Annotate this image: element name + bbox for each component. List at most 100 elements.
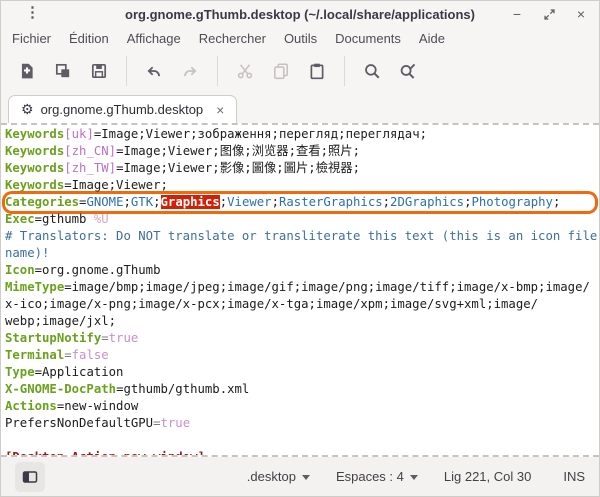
code-segment: StartupNotify	[5, 331, 101, 345]
code-segment: PrefersNonDefaultGPU	[5, 416, 153, 430]
undo-button[interactable]	[139, 56, 169, 86]
undo-icon	[145, 62, 163, 80]
editor-line: MimeType=image/bmp;image/jpeg;image/gif;…	[5, 279, 595, 296]
editor-line: StartupNotify=true	[5, 330, 595, 347]
editor-line: webp;image/jxl;	[5, 313, 595, 330]
indent-dropdown[interactable]: Espaces : 4	[336, 469, 418, 484]
restore-button[interactable]	[539, 4, 559, 24]
new-document-button[interactable]	[12, 56, 42, 86]
toolbar-separator	[126, 56, 127, 86]
code-segment: Keywords	[5, 144, 64, 158]
copy-button	[266, 56, 296, 86]
filetype-label: .desktop	[247, 469, 296, 484]
code-segment: =Image;Viewer;影像;圖像;圖片;檢視器;	[116, 161, 360, 175]
chevron-down-icon	[302, 475, 310, 480]
code-segment: =gthumb	[35, 212, 94, 226]
save-button[interactable]	[84, 56, 114, 86]
cut-icon	[236, 62, 254, 80]
tab-bar: ⚙ org.gnome.gThumb.desktop ×	[1, 93, 599, 123]
editor-line: X-GNOME-DocPath=gthumb/gthumb.xml	[5, 381, 595, 398]
menu-item-dition[interactable]: Édition	[60, 29, 118, 48]
editor-line: [Desktop Action new-window]	[5, 449, 595, 457]
code-segment: =new-window	[57, 399, 138, 413]
editor-line: Actions=new-window	[5, 398, 595, 415]
code-segment: Viewer	[227, 195, 271, 209]
gear-icon: ⚙	[21, 101, 34, 118]
new-document-icon	[18, 62, 36, 80]
copy-icon	[272, 62, 290, 80]
text-editor-area[interactable]: Keywords[uk]=Image;Viewer;зображення;пер…	[1, 123, 599, 457]
code-segment: MimeType	[5, 280, 64, 294]
code-segment: webp;image/jxl;	[5, 314, 116, 328]
save-icon	[90, 62, 108, 80]
code-segment: # Translators: Do NOT translate or trans…	[5, 229, 597, 243]
side-panel-icon	[22, 469, 38, 485]
insert-mode-indicator[interactable]: INS	[563, 469, 585, 484]
status-bar: .desktop Espaces : 4 Lig 221, Col 30 INS	[1, 457, 599, 496]
code-segment: ;	[153, 195, 160, 209]
editor-line: Keywords[uk]=Image;Viewer;зображення;пер…	[5, 126, 595, 143]
editor-line: Exec=gthumb %U	[5, 211, 595, 228]
redo-icon	[181, 62, 199, 80]
code-segment: =	[101, 331, 108, 345]
code-segment: GNOME	[86, 195, 123, 209]
editor-line: Keywords=Image;Viewer;	[5, 177, 595, 194]
code-segment: Exec	[5, 212, 35, 226]
editor-line: Terminal=false	[5, 347, 595, 364]
editor-line: Icon=org.gnome.gThumb	[5, 262, 595, 279]
minimize-button[interactable]: −	[507, 4, 527, 24]
menu-item-outils[interactable]: Outils	[275, 29, 326, 48]
editor-line: x-ico;image/x-png;image/x-pcx;image/x-tg…	[5, 296, 595, 313]
code-segment: =Image;Viewer;зображення;перегляд;перегл…	[94, 127, 427, 141]
code-segment: Type	[5, 365, 35, 379]
status-right-group: .desktop Espaces : 4 Lig 221, Col 30 INS	[247, 469, 585, 484]
code-segment: x-ico;image/x-png;image/x-pcx;image/x-tg…	[5, 297, 538, 311]
editor-line: Type=Application	[5, 364, 595, 381]
redo-button	[175, 56, 205, 86]
menu-item-aide[interactable]: Aide	[410, 29, 454, 48]
title-bar: ⋮ org.gnome.gThumb.desktop (~/.local/sha…	[1, 1, 599, 27]
code-segment: %U	[94, 212, 109, 226]
paste-button[interactable]	[302, 56, 332, 86]
app-menu-kebab-icon[interactable]: ⋮	[25, 3, 40, 21]
tab-label: org.gnome.gThumb.desktop	[41, 102, 204, 117]
side-panel-toggle-button[interactable]	[15, 462, 45, 492]
editor-line: PrefersNonDefaultGPU=true	[5, 415, 595, 432]
code-segment: Keywords	[5, 161, 64, 175]
code-segment: =Application	[35, 365, 124, 379]
menu-item-documents[interactable]: Documents	[326, 29, 410, 48]
code-segment: ;	[383, 195, 390, 209]
editor-line: # Translators: Do NOT translate or trans…	[5, 228, 595, 245]
code-segment: Terminal	[5, 348, 64, 362]
code-segment: ;	[553, 195, 560, 209]
code-segment: =Image;Viewer;	[64, 178, 168, 192]
code-segment: Icon	[5, 263, 35, 277]
menu-item-fichier[interactable]: Fichier	[3, 29, 60, 48]
open-document-button[interactable]	[48, 56, 78, 86]
chevron-down-icon	[410, 475, 418, 480]
code-segment: ;	[123, 195, 130, 209]
filetype-dropdown[interactable]: .desktop	[247, 469, 310, 484]
toolbar-separator	[344, 56, 345, 86]
code-segment: Keywords	[5, 127, 64, 141]
editor-line-highlighted: Categories=GNOME;GTK;Graphics;Viewer;Ras…	[5, 194, 595, 211]
search-button[interactable]	[357, 56, 387, 86]
code-segment: [zh_CN]	[64, 144, 116, 158]
menu-item-affichage[interactable]: Affichage	[118, 29, 190, 48]
close-button[interactable]: ×	[571, 4, 591, 24]
paste-icon	[308, 62, 326, 80]
code-segment: true	[160, 416, 190, 430]
search-and-replace-button[interactable]	[393, 56, 423, 86]
code-segment: GTK	[131, 195, 153, 209]
code-segment: Photography	[472, 195, 553, 209]
code-segment: Actions	[5, 399, 57, 413]
editor-line	[5, 432, 595, 449]
tab-org-gnome-gthumb-desktop[interactable]: ⚙ org.gnome.gThumb.desktop ×	[8, 95, 237, 123]
window-controls: − ×	[507, 1, 591, 27]
code-segment: ;	[272, 195, 279, 209]
code-segment: ;	[464, 195, 471, 209]
code-segment: =	[64, 348, 71, 362]
tab-close-icon[interactable]: ×	[216, 102, 224, 118]
code-segment: name)!	[5, 246, 49, 260]
menu-item-rechercher[interactable]: Rechercher	[190, 29, 275, 48]
